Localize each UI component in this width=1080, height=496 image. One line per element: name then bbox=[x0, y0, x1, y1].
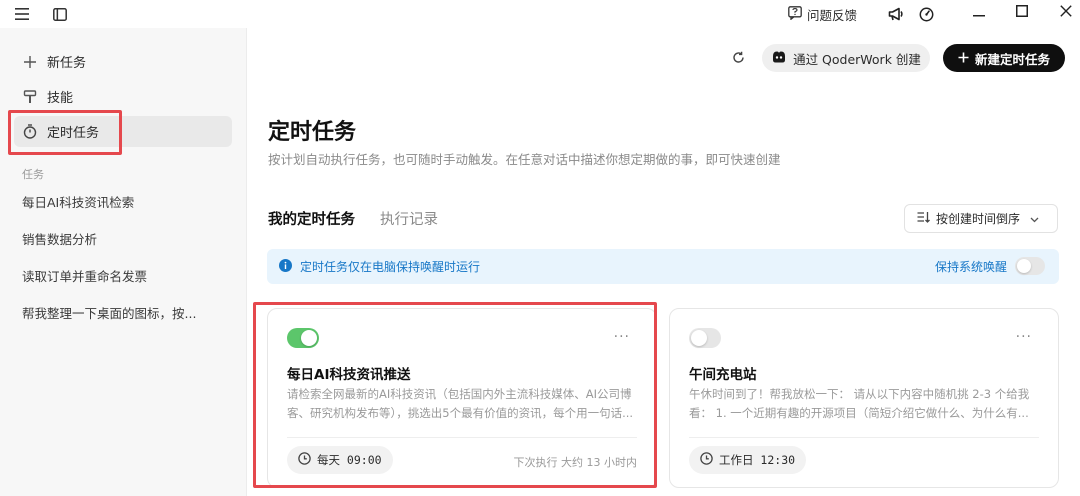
highlight-box bbox=[253, 302, 657, 488]
page-title: 定时任务 bbox=[268, 120, 357, 145]
title-bar: 问题反馈 bbox=[0, 0, 1080, 28]
card-divider bbox=[689, 437, 1039, 438]
task-link[interactable]: 读取订单并重命名发票 bbox=[22, 266, 147, 285]
keep-awake-toggle[interactable] bbox=[1015, 257, 1045, 275]
sidebar: 新任务 技能 定时任务 任务 每日AI科技资讯检索 销售数据分析 读取订单并重命… bbox=[0, 28, 247, 496]
sidebar-item-skills[interactable]: 技能 bbox=[14, 81, 232, 112]
feedback-button[interactable]: 问题反馈 bbox=[788, 4, 857, 24]
sort-icon bbox=[917, 211, 930, 226]
gauge-icon[interactable] bbox=[916, 4, 936, 24]
more-options-icon[interactable]: ··· bbox=[1016, 329, 1032, 345]
task-description: 午休时间到了！帮我放松一下： 请从以下内容中随机挑 2-3 个给我看： 1. 一… bbox=[689, 387, 1030, 420]
feedback-icon bbox=[788, 5, 802, 23]
chevron-down-icon bbox=[1030, 212, 1039, 226]
brush-icon bbox=[22, 89, 38, 105]
page-subtitle: 按计划自动执行任务，也可随时手动触发。在任意对话中描述你想定期做的事，即可快速创… bbox=[268, 152, 781, 167]
task-title: 午间充电站 bbox=[689, 367, 757, 383]
new-scheduled-task-button[interactable]: 新建定时任务 bbox=[943, 44, 1065, 72]
info-text: 定时任务仅在电脑保持唤醒时运行 bbox=[300, 260, 481, 274]
sidebar-item-new-task[interactable]: 新任务 bbox=[14, 46, 232, 77]
feedback-label: 问题反馈 bbox=[807, 7, 858, 23]
menu-icon[interactable] bbox=[12, 4, 32, 24]
minimize-icon bbox=[973, 6, 985, 21]
sidebar-item-label: 技能 bbox=[47, 91, 74, 106]
megaphone-icon[interactable] bbox=[886, 4, 906, 24]
close-icon bbox=[1060, 5, 1072, 21]
qoder-logo-icon bbox=[771, 50, 787, 67]
info-banner: 定时任务仅在电脑保持唤醒时运行 保持系统唤醒 bbox=[267, 249, 1059, 284]
new-scheduled-task-label: 新建定时任务 bbox=[974, 51, 1050, 67]
sidebar-toggle-icon[interactable] bbox=[50, 4, 70, 24]
task-link[interactable]: 每日AI科技资讯检索 bbox=[22, 192, 134, 211]
keep-awake-control: 保持系统唤醒 bbox=[935, 257, 1045, 275]
sort-dropdown[interactable]: 按创建时间倒序 bbox=[904, 204, 1058, 233]
schedule-pill: 工作日 12:30 bbox=[689, 446, 807, 474]
plus-icon bbox=[22, 54, 38, 70]
highlight-box bbox=[8, 110, 122, 155]
tab-my-scheduled-tasks[interactable]: 我的定时任务 bbox=[268, 208, 355, 229]
task-enable-toggle[interactable] bbox=[689, 328, 721, 348]
maximize-button[interactable] bbox=[1009, 2, 1035, 24]
info-icon bbox=[279, 258, 292, 275]
minimize-button[interactable] bbox=[966, 2, 992, 24]
clock-icon bbox=[700, 452, 713, 468]
sort-label: 按创建时间倒序 bbox=[936, 212, 1021, 226]
keep-awake-label: 保持系统唤醒 bbox=[934, 259, 1007, 274]
task-card[interactable]: ··· 午间充电站 午休时间到了！帮我放松一下： 请从以下内容中随机挑 2-3 … bbox=[669, 308, 1059, 488]
create-via-qoderwork-button[interactable]: 通过 QoderWork 创建 bbox=[762, 44, 930, 72]
section-label-tasks: 任务 bbox=[22, 168, 44, 181]
sidebar-item-label: 新任务 bbox=[47, 56, 87, 71]
close-button[interactable] bbox=[1053, 2, 1079, 24]
schedule-label: 工作日 12:30 bbox=[719, 453, 796, 467]
maximize-icon bbox=[1016, 5, 1028, 21]
tab-execution-history[interactable]: 执行记录 bbox=[380, 208, 438, 229]
refresh-icon[interactable] bbox=[728, 47, 748, 67]
plus-icon bbox=[958, 51, 969, 66]
task-link[interactable]: 销售数据分析 bbox=[22, 229, 97, 248]
task-link[interactable]: 帮我整理一下桌面的图标，按... bbox=[22, 303, 196, 322]
create-via-qoderwork-label: 通过 QoderWork 创建 bbox=[793, 51, 921, 67]
